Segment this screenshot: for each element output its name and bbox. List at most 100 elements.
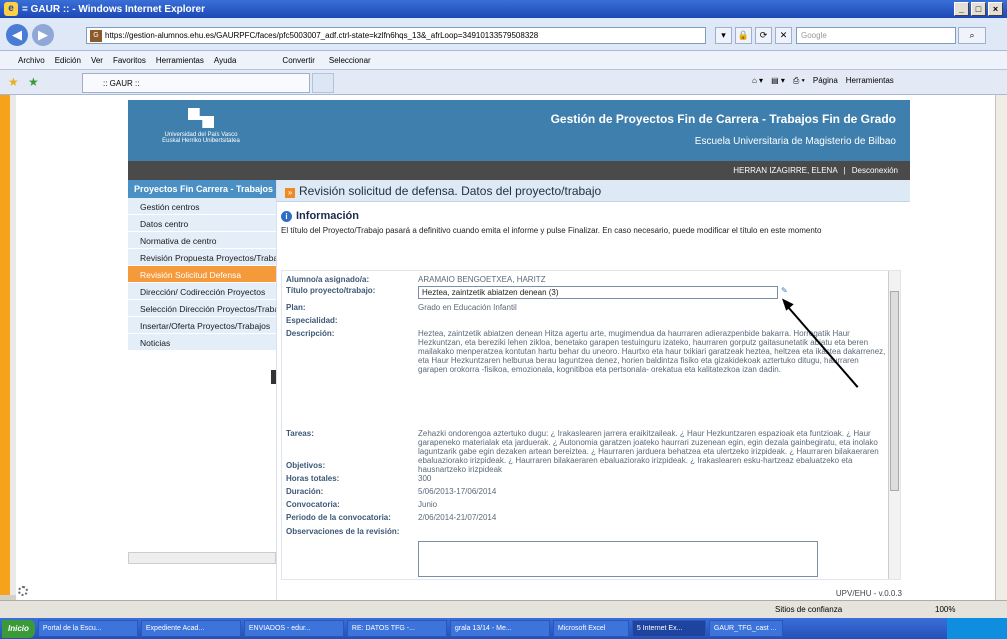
especialidad-label: Especialidad: [286, 316, 338, 325]
menu-ayuda[interactable]: Ayuda [214, 56, 237, 65]
address-toolbar: ◀ ▶ G https://gestion-alumnos.ehu.es/GAU… [0, 18, 1007, 51]
periodo-label: Periodo de la convocatoria: [286, 513, 391, 522]
page-content: Universidad del País Vasco Euskal Herrik… [16, 95, 995, 600]
menu-ver[interactable]: Ver [91, 56, 103, 65]
trusted-zone: Sitios de confianza [775, 605, 843, 614]
favorites-star-icon[interactable]: ★ [8, 75, 19, 89]
window-title: = GAUR :: - Windows Internet Explorer [22, 3, 205, 15]
loading-spinner-icon [18, 586, 28, 596]
forward-icon[interactable]: ▶ [32, 24, 54, 46]
browser-tab[interactable]: :: GAUR :: [82, 73, 310, 93]
descripcion-value: Heztea, zaintzetik abiatzen denean Hitza… [418, 329, 886, 374]
alumno-label: Alumno/a asignado/a: [286, 275, 370, 284]
page-title: » Revisión solicitud de defensa. Datos de… [277, 180, 910, 202]
taskbar-item[interactable]: ENVIADOS - edur... [243, 620, 344, 637]
sidebar-item-direccion[interactable]: Dirección/ Codirección Proyectos [128, 283, 276, 300]
sidebar-item-revision-solicitud[interactable]: Revisión Solicitud Defensa [128, 266, 276, 283]
search-icon[interactable]: ⌕ [958, 27, 986, 44]
start-button[interactable]: Inicio [2, 619, 35, 638]
sidebar-item-normativa[interactable]: Normativa de centro [128, 232, 276, 249]
objetivos-label: Objetivos: [286, 461, 326, 470]
address-bar[interactable]: G https://gestion-alumnos.ehu.es/GAURPFC… [86, 27, 706, 44]
taskbar-item[interactable]: Expediente Acad... [140, 620, 241, 637]
taskbar-item[interactable]: grala 13/14 - Me... [449, 620, 550, 637]
feeds-icon[interactable]: ▤ ▾ [771, 76, 785, 86]
user-separator: | [843, 166, 846, 175]
sidebar-item-insertar-oferta[interactable]: Insertar/Oferta Proyectos/Trabajos [128, 317, 276, 334]
titulo-input[interactable]: Heztea, zaintzetik abiatzen denean (3) [418, 286, 778, 299]
logo-mark-icon [188, 108, 214, 128]
lock-icon[interactable]: 🔒 [735, 27, 752, 44]
ie-icon: e [4, 2, 18, 16]
taskbar-item[interactable]: GAUR_TFG_cast ... [708, 620, 783, 637]
menu-herramientas[interactable]: Herramientas [156, 56, 204, 65]
taskbar-item[interactable]: Portal de la Escu... [37, 620, 138, 637]
observaciones-textarea[interactable] [418, 541, 818, 577]
horas-label: Horas totales: [286, 474, 340, 483]
user-bar: HERRAN IZAGIRRE, ELENA | Desconexión [128, 161, 910, 180]
back-icon[interactable]: ◀ [6, 24, 28, 46]
alumno-value: ARAMAIO BENGOETXEA, HARITZ [418, 275, 546, 284]
pagina-menu[interactable]: Página [813, 76, 838, 86]
favorites-bar: ★ ★ :: GAUR :: ⌂ ▾ ▤ ▾ ⎙ ▾ Página Herram… [0, 70, 1007, 95]
taskbar-item[interactable]: RE: DATOS TFG -... [346, 620, 447, 637]
sidebar-hscrollbar[interactable] [128, 552, 276, 564]
search-input[interactable]: Google [796, 27, 956, 44]
version-text: UPV/EHU - v.0.0.3 [835, 589, 902, 598]
convocatoria-value: Junio [418, 500, 438, 509]
site-favicon: G [90, 30, 102, 42]
especialidad-value [418, 316, 886, 325]
home-icon[interactable]: ⌂ ▾ [752, 76, 763, 86]
logout-link[interactable]: Desconexión [852, 166, 898, 175]
sidebar-item-revision-propuesta[interactable]: Revisión Propuesta Proyectos/Trabajos [128, 249, 276, 266]
main-panel: » Revisión solicitud de defensa. Datos de… [276, 180, 910, 600]
status-bar: Sitios de confianza 100% [0, 600, 1007, 618]
refresh-icon[interactable]: ⟳ [755, 27, 772, 44]
observaciones-label: Observaciones de la revisión: [286, 527, 400, 536]
zoom-level[interactable]: 100% [935, 605, 955, 614]
logo-line2: Euskal Herriko Unibertsitatea [162, 138, 240, 144]
info-heading: i Información [281, 210, 910, 222]
form-scrollbar[interactable] [888, 271, 900, 579]
title-arrow-icon: » [285, 188, 295, 198]
convertir-button[interactable]: Convertir [282, 56, 314, 65]
sidebar-item-seleccion-direccion[interactable]: Selección Dirección Proyectos/Trabajos [128, 300, 276, 317]
sidebar-item-noticias[interactable]: Noticias [128, 334, 276, 351]
menu-archivo[interactable]: Archivo [18, 56, 45, 65]
print-icon[interactable]: ⎙ ▾ [793, 76, 805, 86]
side-panel-strip [0, 95, 10, 595]
info-heading-text: Información [296, 210, 359, 222]
window-titlebar: e = GAUR :: - Windows Internet Explorer … [0, 0, 1007, 18]
objetivos-value [418, 461, 886, 470]
system-tray [947, 618, 1007, 639]
sidebar-item-datos-centro[interactable]: Datos centro [128, 215, 276, 232]
minimize-button[interactable]: _ [954, 2, 969, 16]
convocatoria-label: Convocatoria: [286, 500, 340, 509]
info-icon: i [281, 211, 292, 222]
sidebar-header: Proyectos Fin Carrera - Trabajos Fin de … [128, 180, 276, 198]
maximize-button[interactable]: □ [971, 2, 986, 16]
menu-bar: Archivo Edición Ver Favoritos Herramient… [0, 51, 1007, 70]
dropdown-icon[interactable]: ▾ [715, 27, 732, 44]
page-title-text: Revisión solicitud de defensa. Datos del… [299, 184, 602, 198]
header-banner: Universidad del País Vasco Euskal Herrik… [128, 100, 910, 161]
stop-icon[interactable]: ✕ [775, 27, 792, 44]
sidebar-item-gestion-centros[interactable]: Gestión centros [128, 198, 276, 215]
periodo-value: 2/06/2014-21/07/2014 [418, 513, 497, 522]
url-text: https://gestion-alumnos.ehu.es/GAURPFC/f… [105, 31, 539, 40]
taskbar-item[interactable]: Microsoft Excel [552, 620, 629, 637]
new-tab-button[interactable] [312, 73, 334, 93]
menu-favoritos[interactable]: Favoritos [113, 56, 146, 65]
taskbar-item[interactable]: 5 Internet Ex... [631, 620, 706, 637]
duracion-label: Duración: [286, 487, 324, 496]
menu-edicion[interactable]: Edición [55, 56, 81, 65]
horas-value: 300 [418, 474, 432, 483]
form-scrollbar-thumb[interactable] [890, 291, 899, 491]
tab-title: :: GAUR :: [103, 79, 140, 88]
close-button[interactable]: × [988, 2, 1003, 16]
seleccionar-button[interactable]: Seleccionar [329, 56, 371, 65]
herramientas-menu[interactable]: Herramientas [846, 76, 894, 86]
add-favorites-icon[interactable]: ★ [28, 75, 39, 89]
descripcion-label: Descripción: [286, 329, 335, 338]
page-scrollbar[interactable] [995, 95, 1007, 600]
